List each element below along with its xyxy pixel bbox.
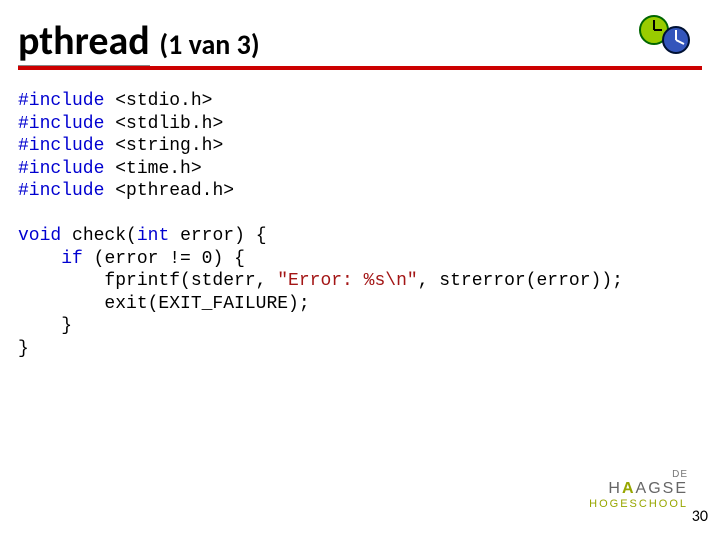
logo-line3: HOGESCHOOL bbox=[589, 498, 688, 510]
title-sub: (1 van 3) bbox=[159, 27, 259, 62]
fn-sig: void check(int error) { bbox=[18, 226, 267, 246]
title-bar: pthread (1 van 3) bbox=[18, 16, 702, 65]
fprintf-line: fprintf(stderr, "Error: %s\n", strerror(… bbox=[18, 271, 623, 291]
title-underline bbox=[18, 66, 702, 70]
code-block: #include <stdio.h> #include <stdlib.h> #… bbox=[18, 90, 702, 360]
clock-icon bbox=[638, 14, 692, 63]
school-logo: DE HAAGSE HOGESCHOOL bbox=[589, 469, 688, 510]
brace-line: } bbox=[18, 316, 72, 336]
include-line: #include <stdlib.h> bbox=[18, 114, 223, 134]
logo-line1: DE bbox=[589, 469, 688, 480]
brace-line: } bbox=[18, 339, 29, 359]
exit-line: exit(EXIT_FAILURE); bbox=[18, 294, 310, 314]
if-line: if (error != 0) { bbox=[61, 249, 245, 269]
include-line: #include <time.h> bbox=[18, 159, 202, 179]
slide: pthread (1 van 3) #include <stdio.h> #in… bbox=[0, 0, 720, 540]
slide-number: 30 bbox=[692, 507, 708, 526]
title-main: pthread bbox=[18, 16, 150, 68]
include-line: #include <pthread.h> bbox=[18, 181, 234, 201]
logo-brand: HAAGSE bbox=[589, 480, 688, 498]
include-line: #include <string.h> bbox=[18, 136, 223, 156]
include-line: #include <stdio.h> bbox=[18, 91, 212, 111]
